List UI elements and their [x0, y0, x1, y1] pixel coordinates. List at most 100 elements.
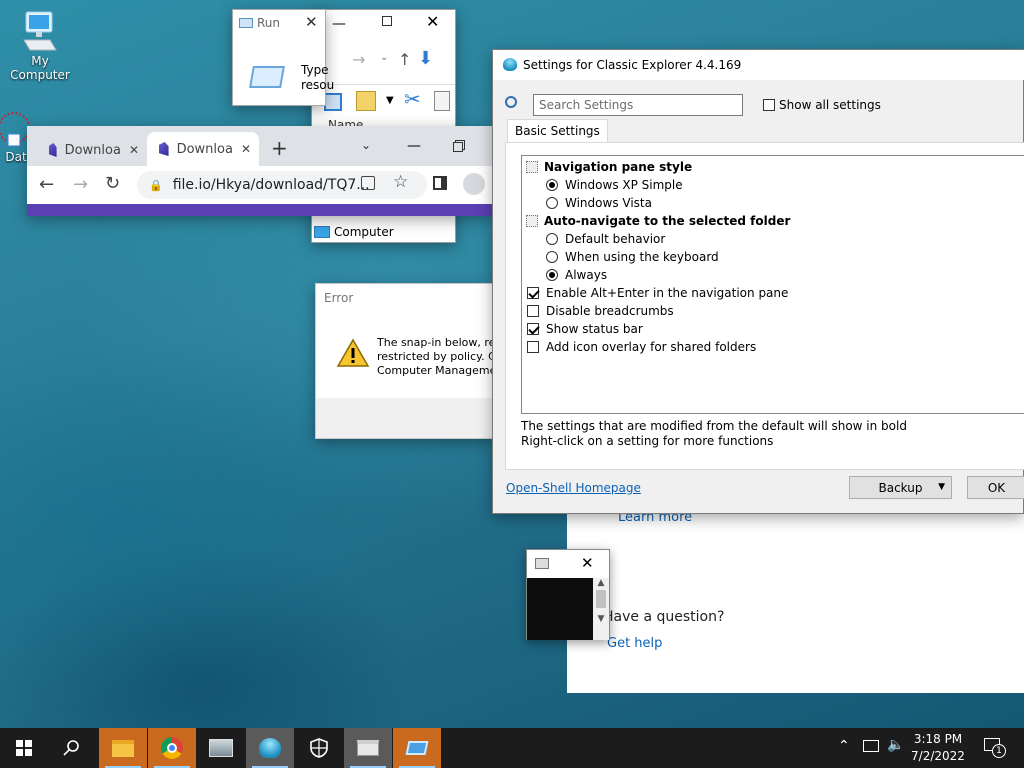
network-icon[interactable]: [863, 740, 879, 752]
tab-favicon-icon: [49, 143, 57, 157]
radio-windows-xp-simple[interactable]: [546, 179, 558, 191]
view-pane-icon[interactable]: [324, 93, 342, 111]
console-close-button[interactable]: ✕: [581, 554, 594, 572]
nav-item-computer[interactable]: Computer: [312, 222, 455, 242]
bookmark-star-icon[interactable]: ☆: [393, 172, 408, 192]
browser-window[interactable]: Downloa ✕ Downloa ✕ + ⌄ — ← → ↻ 🔒 file.i…: [27, 126, 493, 216]
option-default-behavior[interactable]: Default behavior: [546, 230, 665, 248]
settings-window[interactable]: Settings for Classic Explorer 4.4.169 Se…: [492, 49, 1024, 514]
taskbar-network-app[interactable]: [197, 728, 245, 768]
error-dialog-title: Error: [324, 291, 354, 305]
start-button[interactable]: [0, 728, 48, 768]
taskbar-console[interactable]: [344, 728, 392, 768]
browser-toolbar: ← → ↻ 🔒 file.io/Hkya/download/TQ7... ☆: [27, 166, 493, 204]
lock-icon: 🔒: [149, 178, 163, 192]
profile-avatar[interactable]: [463, 173, 485, 195]
chevron-down-icon[interactable]: ▼: [593, 614, 609, 624]
backup-button[interactable]: Backup ▼: [849, 476, 952, 499]
tab-search-icon[interactable]: ⌄: [361, 138, 371, 152]
tab-close-icon[interactable]: ✕: [129, 143, 139, 157]
chevron-down-icon[interactable]: ▼: [386, 95, 394, 106]
taskbar-file-explorer[interactable]: [99, 728, 147, 768]
clock[interactable]: 3:18 PM 7/2/2022: [908, 731, 968, 765]
checkbox-add-icon-overlay[interactable]: [527, 341, 539, 353]
explorer-minimize-button[interactable]: —: [332, 16, 346, 32]
tab-basic-settings[interactable]: Basic Settings: [507, 119, 608, 143]
browser-restore-button[interactable]: [453, 142, 463, 152]
address-bar[interactable]: 🔒 file.io/Hkya/download/TQ7...: [137, 171, 427, 199]
option-windows-vista[interactable]: Windows Vista: [546, 194, 652, 212]
option-always[interactable]: Always: [546, 266, 607, 284]
share-icon[interactable]: [361, 176, 375, 190]
setting-add-icon-overlay[interactable]: Add icon overlay for shared folders: [527, 338, 756, 356]
explorer-maximize-button[interactable]: [382, 16, 392, 26]
tab-close-icon[interactable]: ✕: [241, 142, 251, 156]
notification-center-button[interactable]: 1: [984, 738, 1006, 758]
run-program-icon: [249, 66, 285, 88]
group-navigation-pane-style[interactable]: Navigation pane style: [526, 158, 692, 176]
radio-when-using-keyboard[interactable]: [546, 251, 558, 263]
group-auto-navigate[interactable]: Auto-navigate to the selected folder: [526, 212, 790, 230]
dropdown-arrow-icon: ▼: [938, 482, 945, 492]
setting-show-status-bar[interactable]: Show status bar: [527, 320, 643, 338]
setting-disable-breadcrumbs[interactable]: Disable breadcrumbs: [527, 302, 674, 320]
run-dialog-title: Run: [257, 16, 281, 30]
console-scrollbar[interactable]: ▲ ▼: [593, 578, 609, 640]
browser-tab-2[interactable]: Downloa ✕: [147, 132, 259, 166]
copy-icon[interactable]: [434, 91, 450, 111]
desktop-icon-my-computer[interactable]: My Computer: [0, 10, 80, 82]
search-icon: [505, 96, 517, 108]
shell-icon: [259, 738, 281, 758]
run-close-button[interactable]: ✕: [305, 13, 318, 31]
option-when-using-keyboard[interactable]: When using the keyboard: [546, 248, 719, 266]
explorer-close-button[interactable]: ✕: [426, 12, 439, 31]
volume-icon[interactable]: 🔈: [887, 737, 904, 753]
radio-windows-vista[interactable]: [546, 197, 558, 209]
properties-icon[interactable]: [356, 91, 376, 111]
search-button[interactable]: [48, 728, 96, 768]
option-windows-xp-simple[interactable]: Windows XP Simple: [546, 176, 683, 194]
settings-group-icon: [526, 161, 538, 173]
up-arrow-icon[interactable]: ↑: [398, 50, 411, 69]
scrollbar-thumb[interactable]: [596, 590, 606, 608]
folder-icon: [112, 739, 134, 757]
new-tab-button[interactable]: +: [271, 136, 288, 160]
open-shell-homepage-link[interactable]: Open-Shell Homepage: [506, 481, 641, 495]
forward-icon[interactable]: →: [73, 174, 88, 195]
setting-enable-alt-enter[interactable]: Enable Alt+Enter in the navigation pane: [527, 284, 788, 302]
search-input[interactable]: Search Settings: [533, 94, 743, 116]
settings-group-icon: [526, 215, 538, 227]
console-window[interactable]: ✕ ▲ ▼: [526, 549, 610, 640]
taskbar-open-shell[interactable]: [246, 728, 294, 768]
radio-always[interactable]: [546, 269, 558, 281]
cut-icon[interactable]: ✂: [404, 87, 421, 111]
taskbar-run[interactable]: [393, 728, 441, 768]
show-hidden-icons-chevron[interactable]: ⌃: [838, 738, 850, 754]
settings-hint-line1: The settings that are modified from the …: [521, 419, 907, 433]
chevron-up-icon[interactable]: ▲: [593, 578, 609, 588]
checkbox-show-status-bar[interactable]: [527, 323, 539, 335]
show-all-settings-checkbox[interactable]: Show all settings: [763, 98, 881, 112]
back-icon[interactable]: ←: [39, 174, 54, 195]
checkbox-disable-breadcrumbs[interactable]: [527, 305, 539, 317]
error-dialog[interactable]: Error The snap-in below, ref restricted …: [315, 283, 503, 439]
browser-tab-1[interactable]: Downloa ✕: [37, 134, 147, 166]
reload-icon[interactable]: ↻: [105, 173, 120, 194]
side-panel-icon[interactable]: [433, 176, 447, 190]
show-all-checkbox-box[interactable]: [763, 99, 775, 111]
radio-default-behavior[interactable]: [546, 233, 558, 245]
browser-minimize-button[interactable]: —: [407, 138, 421, 154]
shell-icon: [503, 58, 517, 71]
back-arrow-icon[interactable]: →: [352, 50, 365, 69]
tab-favicon-icon: [159, 142, 169, 156]
clock-date: 7/2/2022: [911, 749, 965, 763]
download-icon[interactable]: ⬇: [418, 48, 433, 69]
chevron-down-icon[interactable]: ⌄: [380, 52, 388, 63]
taskbar-chrome[interactable]: [148, 728, 196, 768]
get-help-link[interactable]: Get help: [607, 636, 662, 651]
run-dialog[interactable]: Run ✕ Type resou: [232, 9, 334, 106]
settings-titlebar[interactable]: Settings for Classic Explorer 4.4.169: [493, 50, 1024, 80]
taskbar-security[interactable]: [295, 728, 343, 768]
ok-button[interactable]: OK: [967, 476, 1024, 499]
checkbox-enable-alt-enter[interactable]: [527, 287, 539, 299]
